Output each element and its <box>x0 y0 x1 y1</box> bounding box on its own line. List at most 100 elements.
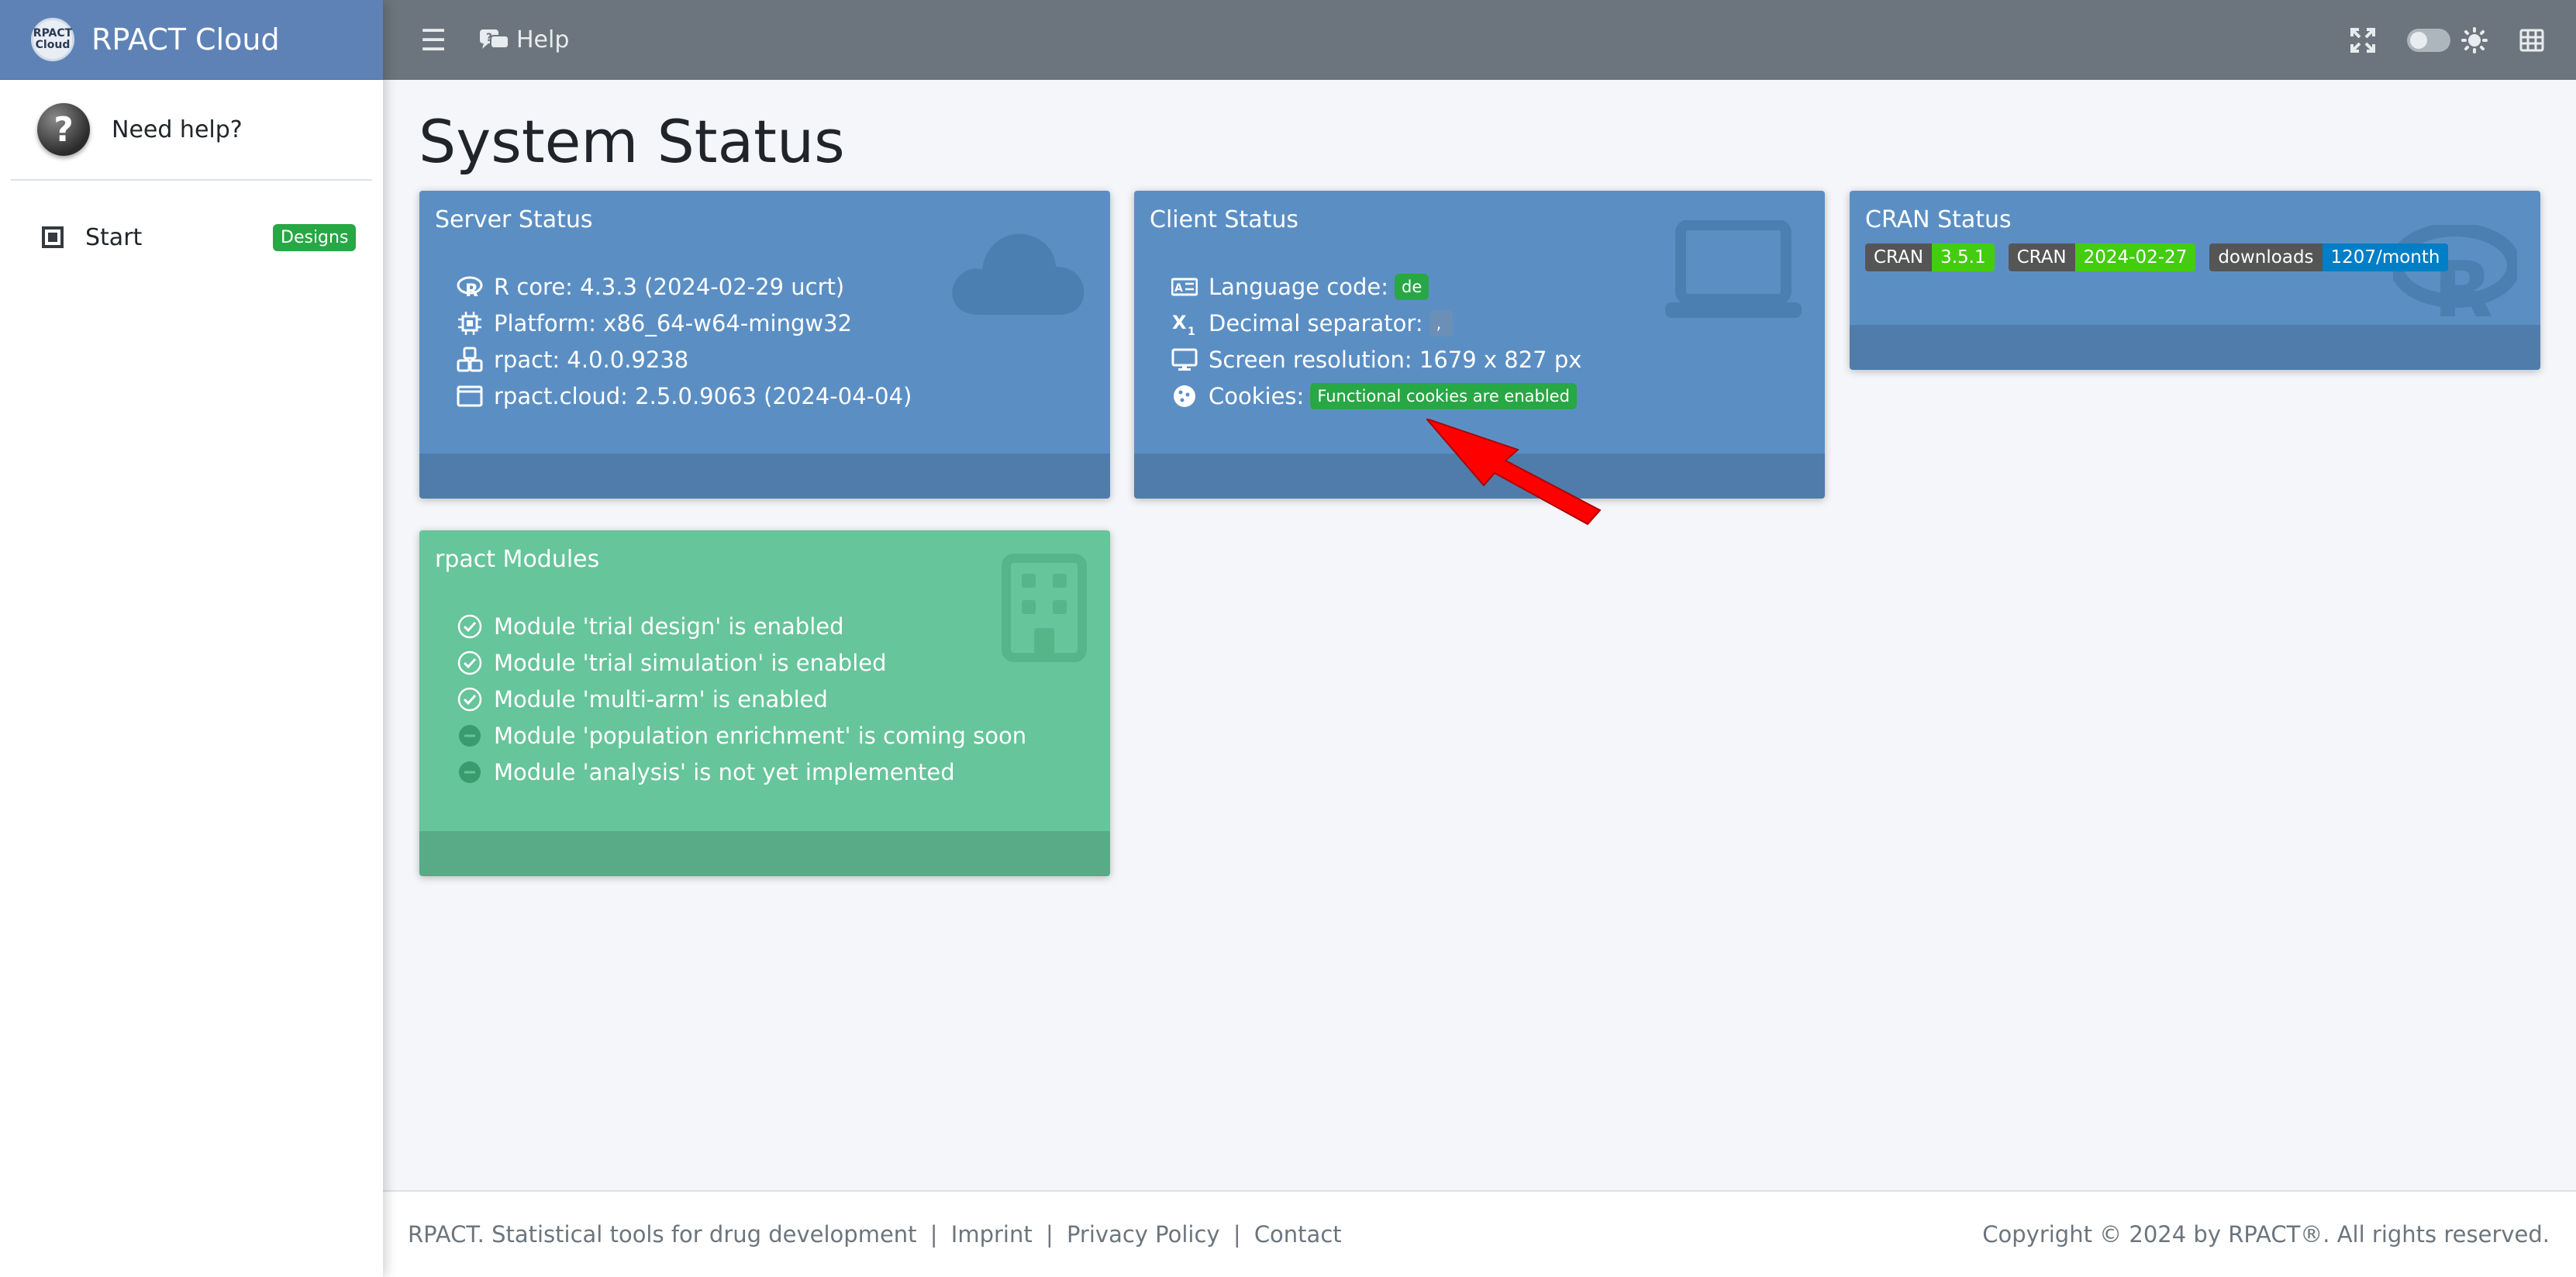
shield-key: CRAN <box>2008 243 2075 271</box>
window-icon <box>457 385 483 406</box>
topbar-right-controls <box>2350 0 2576 80</box>
page-footer: RPACT. Statistical tools for drug develo… <box>383 1190 2576 1277</box>
imprint-link[interactable]: Imprint <box>951 1221 1033 1248</box>
shield-value: 1207/month <box>2322 243 2449 271</box>
chip-icon <box>458 311 481 335</box>
check-circle-icon <box>457 651 482 675</box>
shield-value: 3.5.1 <box>1932 243 1995 271</box>
top-navbar: ☰ ? Help <box>383 0 2576 80</box>
need-help-panel[interactable]: ? Need help? <box>11 80 372 181</box>
privacy-policy-link[interactable]: Privacy Policy <box>1067 1221 1220 1248</box>
list-item: X 1 Decimal separator: , <box>1171 305 1581 341</box>
list-item-text: Module 'multi-arm' is enabled <box>494 685 828 713</box>
list-item: Screen resolution: 1679 x 827 px <box>1171 341 1581 378</box>
list-item-text: rpact.cloud: 2.5.0.9063 (2024-04-04) <box>494 382 912 409</box>
card-title: Server Status <box>435 206 593 233</box>
footer-separator: | <box>929 1221 938 1248</box>
list-item: Module 'trial design' is enabled <box>457 608 1026 644</box>
language-badge: de <box>1395 273 1429 300</box>
cookies-badge: Functional cookies are enabled <box>1310 382 1577 409</box>
list-item-text: Module 'population enrichment' is coming… <box>494 722 1027 749</box>
list-item: Module 'analysis' is not yet implemented <box>457 754 1026 790</box>
grid-icon[interactable] <box>2519 27 2545 53</box>
footer-separator: | <box>1233 1221 1241 1248</box>
list-item-text: Decimal separator: <box>1209 309 1423 337</box>
sidebar-item-start[interactable]: Start Designs <box>0 218 383 257</box>
monitor-icon <box>1171 348 1198 371</box>
list-item-text: Language code: <box>1209 273 1389 300</box>
list-item-text: rpact: 4.0.0.9238 <box>494 346 689 373</box>
check-circle-icon <box>457 687 482 711</box>
list-item-text: R core: 4.3.3 (2024-02-29 ucrt) <box>494 273 845 300</box>
r-logo-icon: R <box>457 276 483 300</box>
modules-list: Module 'trial design' is enabled Module … <box>457 608 1026 790</box>
card-footer <box>419 831 1110 876</box>
cran-version-shield[interactable]: CRAN 3.5.1 <box>1865 243 1995 271</box>
brand-link[interactable]: RPACT Cloud RPACT Cloud <box>0 0 383 80</box>
minus-circle-icon <box>459 724 481 747</box>
svg-text:1: 1 <box>1188 326 1195 337</box>
square-icon <box>42 226 64 248</box>
cubes-icon <box>457 347 483 371</box>
help-link[interactable]: ? Help <box>479 26 569 53</box>
card-footer <box>419 454 1110 499</box>
list-item: Cookies: Functional cookies are enabled <box>1171 378 1581 414</box>
list-item-text: Module 'analysis' is not yet implemented <box>494 758 955 785</box>
card-footer <box>1850 325 2540 370</box>
cran-status-card: R CRAN Status CRAN 3.5.1 CRAN 2024-02-27… <box>1850 191 2540 370</box>
list-item-text: Cookies: <box>1209 382 1305 409</box>
comments-question-icon: ? <box>480 29 509 49</box>
client-status-list: A Language code: de X 1 Decimal separato… <box>1171 268 1581 414</box>
check-circle-icon <box>457 614 482 638</box>
card-title: rpact Modules <box>435 546 600 573</box>
cran-shields: CRAN 3.5.1 CRAN 2024-02-27 downloads 120… <box>1865 243 2462 271</box>
question-mark-icon: ? <box>37 103 90 156</box>
list-item: Module 'population enrichment' is coming… <box>457 717 1026 754</box>
language-icon: A <box>1171 278 1198 295</box>
footer-separator: | <box>1045 1221 1054 1248</box>
svg-text:R: R <box>465 281 478 300</box>
list-item: R R core: 4.3.3 (2024-02-29 ucrt) <box>457 268 912 305</box>
theme-toggle[interactable] <box>2407 28 2450 52</box>
logo-text-line1: RPACT <box>33 27 73 40</box>
laptop-icon <box>1665 220 1802 318</box>
brand-name: RPACT Cloud <box>91 22 280 57</box>
contact-link[interactable]: Contact <box>1254 1221 1342 1248</box>
sun-icon[interactable] <box>2461 26 2488 53</box>
shield-key: downloads <box>2209 243 2323 271</box>
footer-left: RPACT. Statistical tools for drug develo… <box>408 1221 1342 1248</box>
subscript-icon: X 1 <box>1172 312 1195 337</box>
need-help-label: Need help? <box>112 116 243 143</box>
list-item: Module 'trial simulation' is enabled <box>457 644 1026 681</box>
sidebar-item-label: Start <box>85 223 143 251</box>
svg-text:X: X <box>1172 312 1187 333</box>
list-item-text: Module 'trial design' is enabled <box>494 613 844 640</box>
svg-text:A: A <box>1174 282 1183 295</box>
shield-key: CRAN <box>1865 243 1933 271</box>
rpact-modules-card: rpact Modules Module 'trial design' is e… <box>419 530 1110 876</box>
list-item: rpact: 4.0.0.9238 <box>457 341 912 378</box>
cran-date-shield[interactable]: CRAN 2024-02-27 <box>2008 243 2196 271</box>
decimal-separator-badge: , <box>1429 309 1453 337</box>
list-item-text: Platform: x86_64-w64-mingw32 <box>494 309 853 337</box>
list-item: rpact.cloud: 2.5.0.9063 (2024-04-04) <box>457 378 912 414</box>
cran-downloads-shield[interactable]: downloads 1207/month <box>2209 243 2449 271</box>
red-arrow-annotation <box>1426 419 1602 526</box>
copyright-text: Copyright © 2024 by RPACT®. All rights r… <box>1982 1221 2550 1248</box>
r-project-logo-icon: R <box>2393 225 2517 318</box>
hamburger-icon[interactable]: ☰ <box>420 23 451 57</box>
footer-tagline: RPACT. Statistical tools for drug develo… <box>408 1221 917 1248</box>
card-title: CRAN Status <box>1865 206 2012 233</box>
server-status-list: R R core: 4.3.3 (2024-02-29 ucrt) Platfo… <box>457 268 912 414</box>
sidebar: RPACT Cloud RPACT Cloud ? Need help? Sta… <box>0 0 383 1277</box>
page-title: System Status <box>419 107 845 176</box>
designs-badge: Designs <box>273 223 357 251</box>
logo-text-line2: Cloud <box>35 39 71 51</box>
fullscreen-icon[interactable] <box>2350 27 2376 53</box>
rpact-logo: RPACT Cloud <box>31 18 74 61</box>
cloud-icon <box>952 233 1085 315</box>
list-item-text: Module 'trial simulation' is enabled <box>494 649 887 676</box>
list-item: Module 'multi-arm' is enabled <box>457 681 1026 717</box>
card-title: Client Status <box>1150 206 1298 233</box>
list-item: A Language code: de <box>1171 268 1581 305</box>
